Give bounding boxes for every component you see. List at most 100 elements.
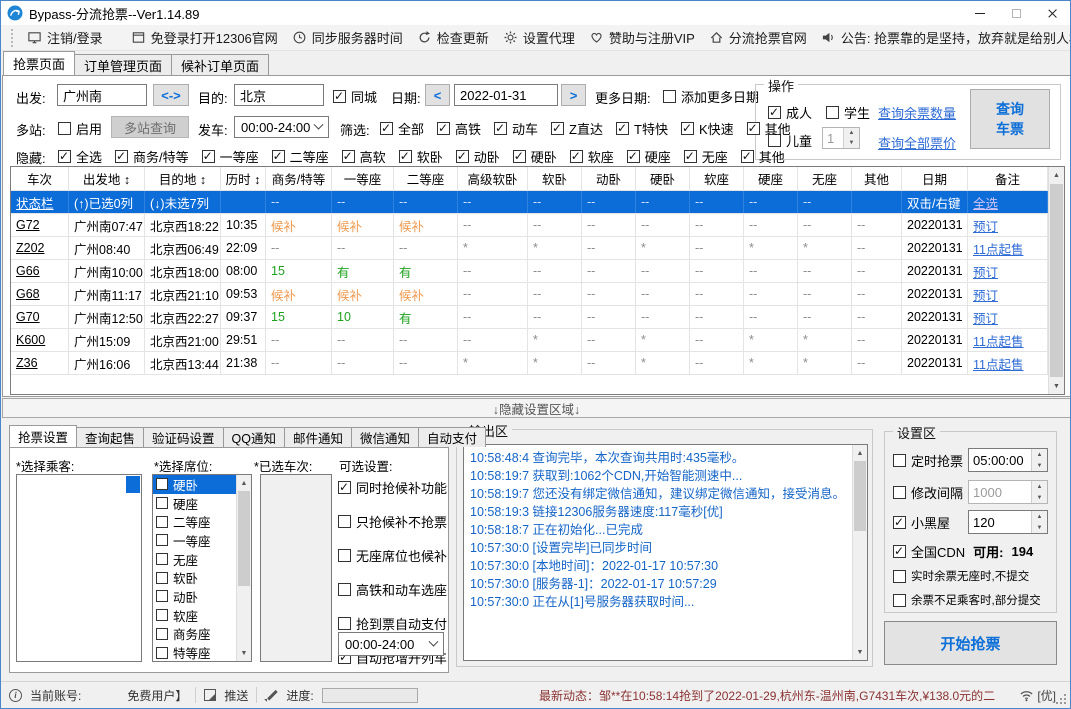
scrollbar-thumb[interactable] [854,461,866,531]
toolbar-item-official-site[interactable]: 分流抢票官网 [709,28,807,47]
column-header[interactable]: 日期 [902,167,968,190]
table-cell-link[interactable]: 11点起售 [968,352,1048,374]
seat-option-软座[interactable]: 软座 [153,606,236,625]
column-header[interactable]: 硬座 [744,167,798,190]
table-row[interactable]: G70 广州南12:50 北京西22:27 09:37 15 10 有 -- -- -- -- -- -… [11,306,1048,329]
arrow-down-icon[interactable]: ▼ [1032,492,1047,503]
table-cell-link[interactable]: 预订 [968,283,1048,305]
table-row[interactable]: G72 广州南07:47 北京西18:22 10:35 候补 候补 候补 -- -- -- -- --… [11,214,1048,237]
tab-grab-page[interactable]: 抢票页面 [3,51,76,75]
hide-settings-divider[interactable]: ↓隐藏设置区域↓ [2,398,1070,418]
timer-grab-checkbox[interactable]: 定时抢票 [893,451,963,470]
checkbox-box[interactable] [156,478,168,491]
column-header[interactable]: 二等座 [394,167,458,190]
table-cell-link[interactable]: G68 [11,283,69,305]
column-header[interactable]: 商务/特等 [266,167,332,190]
checkbox-box[interactable] [494,121,508,135]
scroll-up-icon[interactable]: ▲ [237,475,251,491]
checkbox-box[interactable] [768,105,781,119]
checkbox-box[interactable] [115,149,129,163]
checkbox-box[interactable] [826,106,839,119]
query-remaining-link[interactable]: 查询余票数量 [878,103,956,122]
checkbox-box[interactable] [893,593,906,607]
tab-grab-settings[interactable]: 抢票设置 [9,425,78,447]
seat-option-动卧[interactable]: 动卧 [153,587,236,606]
scroll-down-icon[interactable]: ▼ [237,645,251,661]
seat-list-scrollbar[interactable]: ▲ ▼ [236,475,251,661]
checkbox-box[interactable] [58,122,71,135]
scrollbar-thumb[interactable] [238,491,250,586]
scroll-up-icon[interactable]: ▲ [853,445,867,461]
add-more-dates-checkbox[interactable]: 添加更多日期 [663,87,759,106]
tab-email-notify[interactable]: 邮件通知 [284,427,353,447]
table-cell-link[interactable]: 全选 [968,191,1048,213]
table-cell-link[interactable]: G66 [11,260,69,282]
table-cell-link[interactable]: 预订 [968,306,1048,328]
checkbox-box[interactable] [683,149,697,163]
checkbox-无座席位也候补[interactable]: 无座席位也候补 [338,546,447,565]
passenger-listbox[interactable] [16,474,142,662]
tab-waitlist-orders[interactable]: 候补订单页面 [171,54,270,75]
maximize-button[interactable] [998,1,1034,25]
timer-time-stepper[interactable]: 05:00:00 ▲ ▼ [968,448,1048,472]
swap-stations-button[interactable]: <-> [153,84,189,106]
multi-enable-checkbox[interactable]: 启用 [58,119,102,138]
checkbox-box[interactable] [333,89,346,103]
checkbox-T特快[interactable]: T特快 [616,119,668,138]
checkbox-box[interactable] [338,617,351,630]
checkbox-动车[interactable]: 动车 [494,119,538,138]
depart-time-select[interactable]: 00:00-24:00 [234,116,329,138]
tab-wechat-notify[interactable]: 微信通知 [351,427,420,447]
checkbox-box[interactable] [338,480,351,494]
checkbox-box[interactable] [271,149,285,163]
column-header[interactable]: 一等座 [332,167,394,190]
checkbox-动卧[interactable]: 动卧 [455,147,500,166]
seat-option-一等座[interactable]: 一等座 [153,531,236,550]
checkbox-其他[interactable]: 其他 [740,147,785,166]
prev-date-button[interactable]: < [425,84,450,106]
table-cell-link[interactable]: 11点起售 [968,237,1048,259]
checkbox-软座[interactable]: 软座 [569,147,614,166]
close-button[interactable] [1034,1,1070,25]
checkbox-box[interactable] [680,121,694,135]
checkbox-box[interactable] [569,149,583,163]
checkbox-box[interactable] [156,571,168,584]
arrow-up-icon[interactable]: ▲ [844,128,859,138]
cdn-checkbox[interactable]: 全国CDN [893,542,965,561]
table-row[interactable]: Z36 广州16:06 北京西13:44 21:38 -- -- -- * * -- * -- * * --… [11,352,1048,375]
seat-option-特等座[interactable]: 特等座 [153,643,236,661]
checkbox-box[interactable] [338,549,351,562]
checkbox-K快速[interactable]: K快速 [680,119,734,138]
checkbox-box[interactable] [893,453,906,467]
tab-qq-notify[interactable]: QQ通知 [222,427,285,447]
checkbox-box[interactable] [616,121,629,135]
column-header[interactable]: 软卧 [528,167,582,190]
table-cell-link[interactable]: 11点起售 [968,329,1048,351]
checkbox-硬座[interactable]: 硬座 [626,147,671,166]
table-row[interactable]: K600 广州15:09 北京西21:00 29:51 -- -- -- -- * -- * -- * *… [11,329,1048,352]
checkbox-box[interactable] [663,90,676,103]
checkbox-box[interactable] [398,149,412,163]
scroll-down-icon[interactable]: ▼ [1049,378,1064,394]
checkbox-box[interactable] [893,515,906,529]
checkbox-硬卧[interactable]: 硬卧 [512,147,557,166]
arrow-up-icon[interactable]: ▲ [1032,481,1047,492]
grab-time-range-select[interactable]: 00:00-24:00 [338,632,444,656]
child-count-stepper[interactable]: 1 ▲ ▼ [822,127,860,149]
scroll-down-icon[interactable]: ▼ [853,644,867,660]
next-date-button[interactable]: > [561,84,586,106]
same-city-checkbox[interactable]: 同城 [333,87,377,106]
toolbar-item-vip[interactable]: 赞助与注册VIP [589,28,695,47]
checkbox-其他[interactable]: 其他 [746,119,791,138]
checkbox-box[interactable] [156,609,168,622]
table-row[interactable]: Z202 广州08:40 北京西06:49 22:09 -- -- -- * * -- * -- * * -… [11,237,1048,260]
checkbox-box[interactable] [740,149,754,163]
seat-listbox[interactable]: 硬卧 硬座 二等座 一等座 无座 软卧 动卧 软座 商务座 特等座 ▲ ▼ [152,474,252,662]
column-header[interactable]: 其他 [852,167,902,190]
checkbox-抢到票自动支付[interactable]: 抢到票自动支付 [338,614,447,633]
checkbox-软卧[interactable]: 软卧 [398,147,443,166]
blackroom-stepper[interactable]: 120 ▲ ▼ [968,510,1048,534]
column-header[interactable]: 目的地 ↕ [145,167,221,190]
checkbox-高软[interactable]: 高软 [341,147,386,166]
tab-auto-pay[interactable]: 自动支付 [418,427,487,447]
